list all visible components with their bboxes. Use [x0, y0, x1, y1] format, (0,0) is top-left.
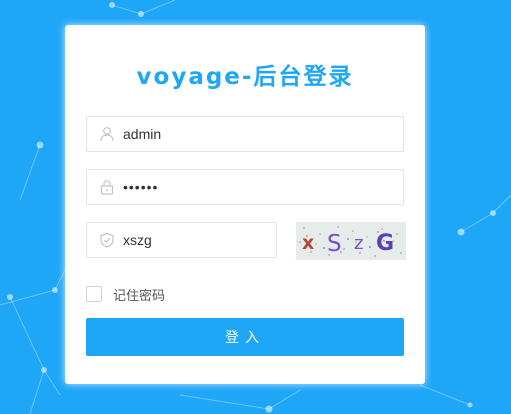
password-input[interactable] [123, 170, 393, 204]
shield-icon [100, 232, 114, 248]
remember-label: 记住密码 [113, 288, 166, 304]
username-input[interactable] [123, 117, 393, 151]
password-field[interactable] [86, 169, 404, 205]
svg-text:S: S [327, 231, 342, 257]
remember-checkbox[interactable] [86, 286, 102, 302]
captcha-image[interactable]: x S z G [296, 222, 406, 260]
svg-text:G: G [376, 231, 394, 256]
login-card: voyage-后台登录 admin •••••• xszg x S z G 记住… [65, 25, 425, 384]
remember-password[interactable]: 记住密码 [86, 285, 166, 304]
page-title: voyage-后台登录 [136, 64, 354, 90]
login-button[interactable]: 登入 [86, 318, 404, 356]
svg-text:x: x [302, 232, 314, 254]
user-icon [100, 127, 114, 142]
svg-text:z: z [354, 233, 363, 254]
captcha-field[interactable] [86, 222, 277, 258]
captcha-input[interactable] [123, 223, 263, 257]
lock-icon [100, 180, 114, 195]
username-field[interactable] [86, 116, 404, 152]
